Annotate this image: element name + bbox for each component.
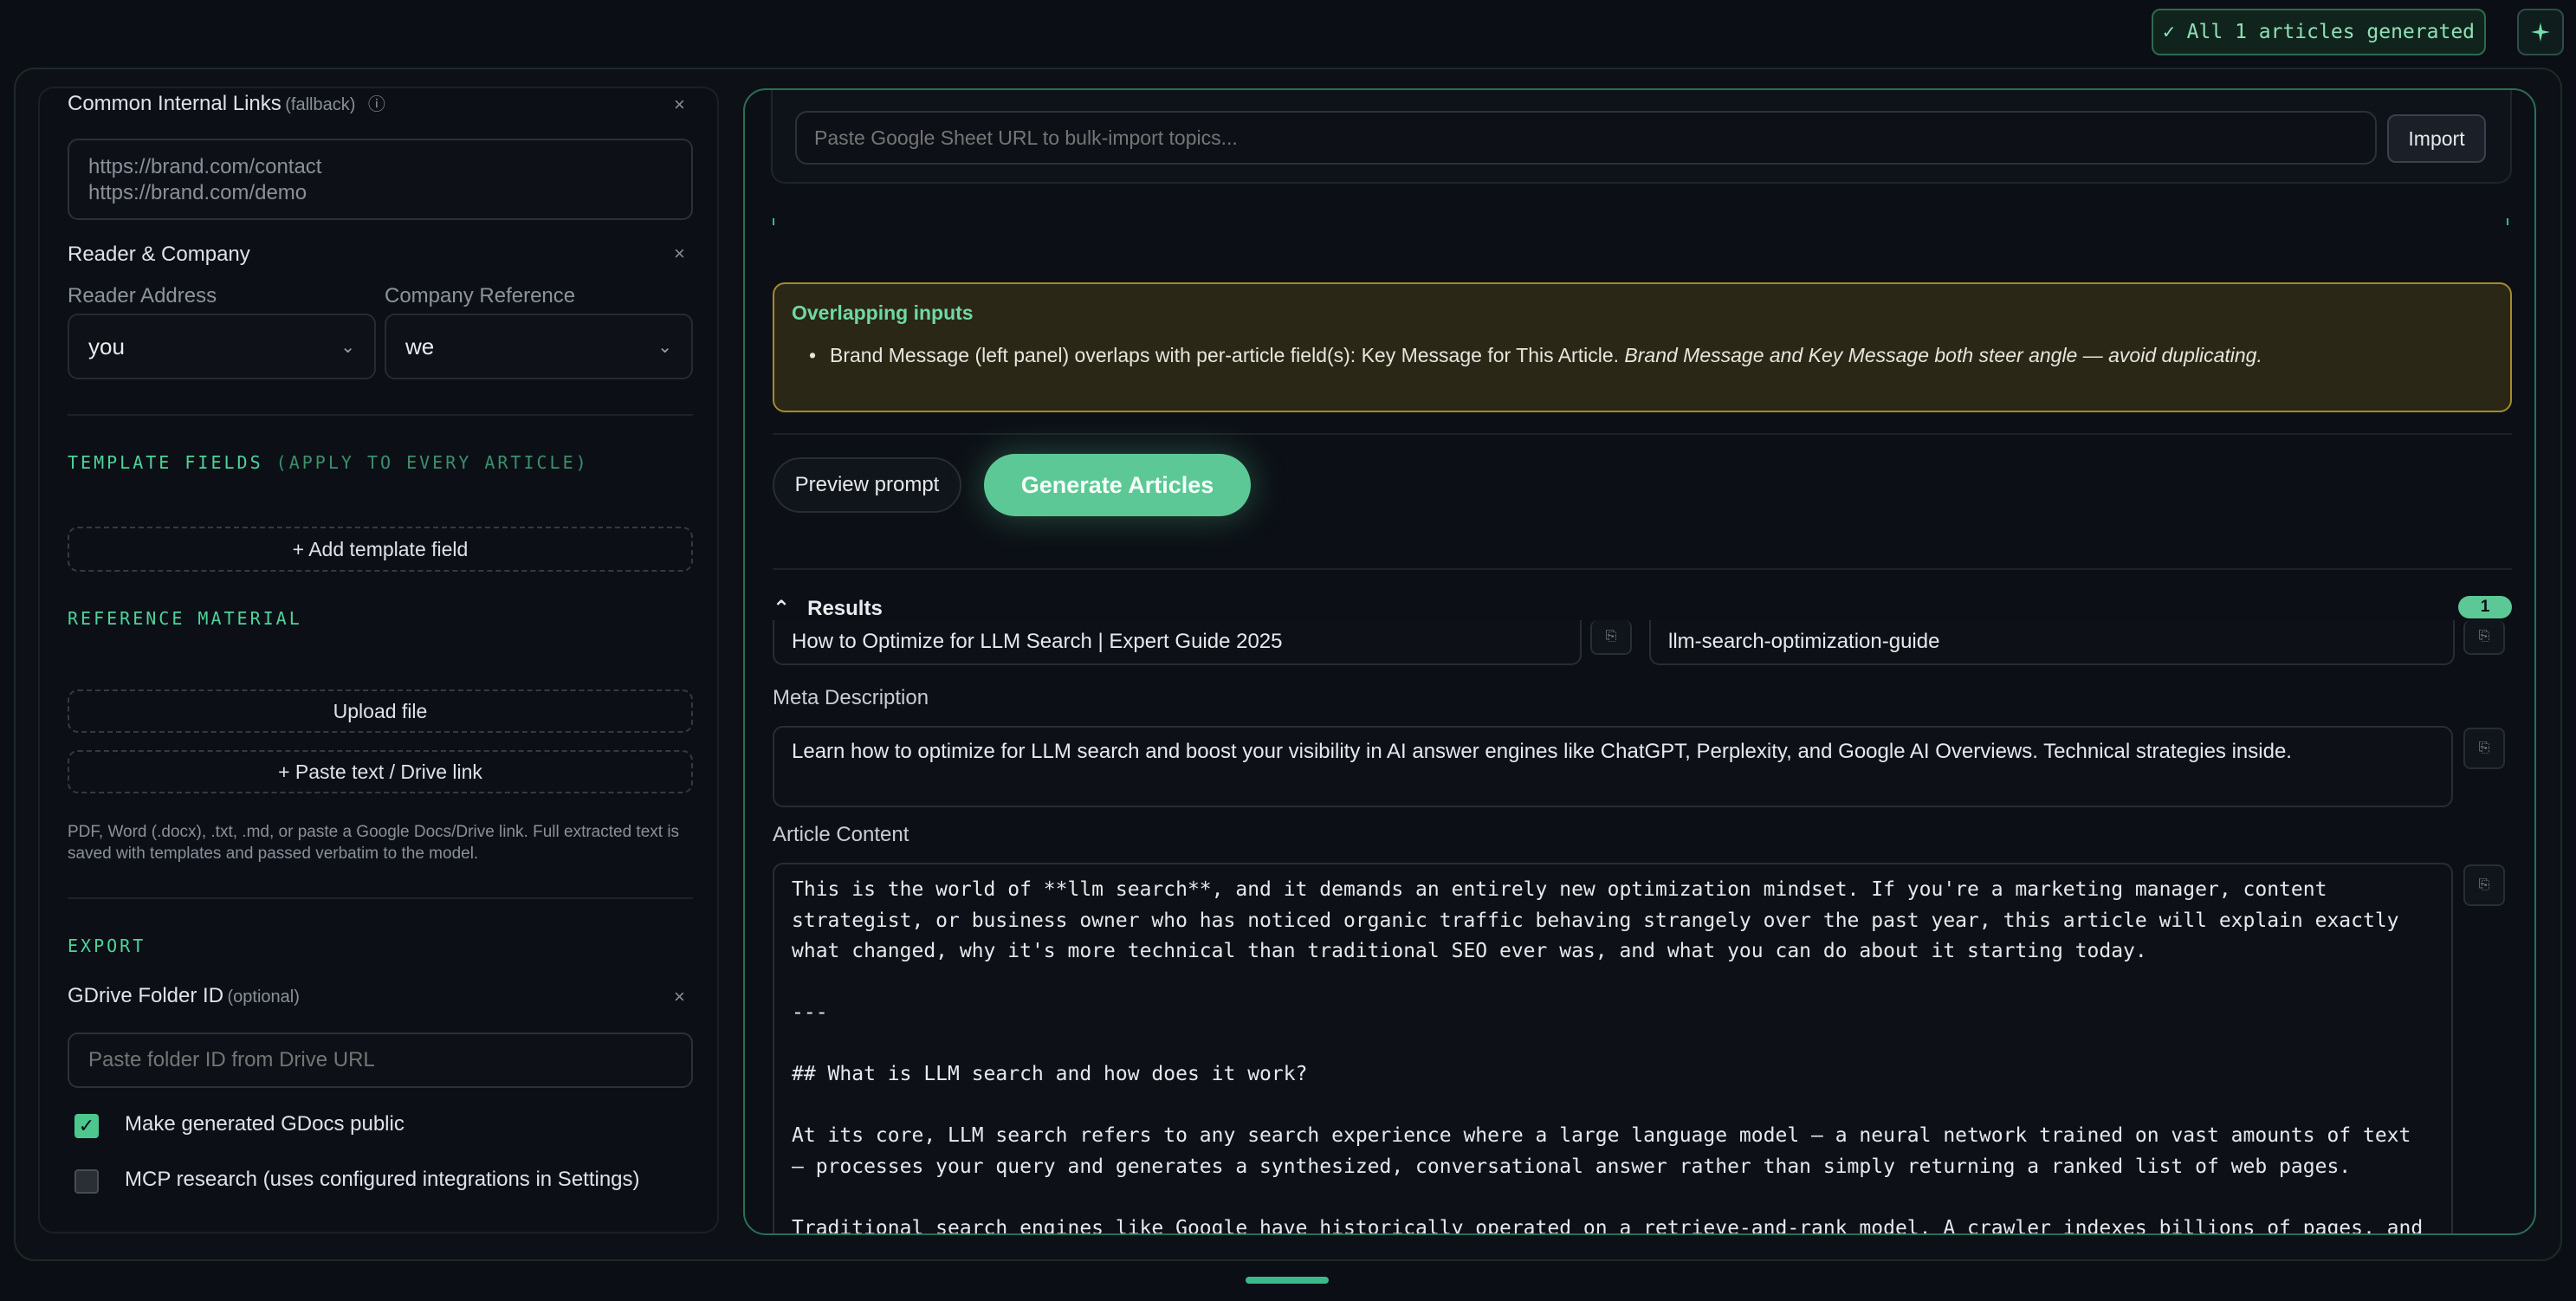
upload-file-button[interactable]: Upload file (68, 689, 693, 733)
slug-field[interactable]: llm-search-optimization-guide (1649, 620, 2455, 665)
divider (68, 414, 693, 416)
paste-text-button[interactable]: + Paste text / Drive link (68, 750, 693, 793)
copy-icon[interactable]: ⎘ (2463, 728, 2505, 769)
preview-prompt-button[interactable]: Preview prompt (773, 457, 961, 513)
article-content-label: Article Content (773, 823, 909, 846)
template-fields-title: TEMPLATE FIELDS (APPLY TO EVERY ARTICLE) (68, 452, 589, 473)
reader-address-label: Reader Address (68, 284, 217, 307)
progress-tick (2507, 218, 2508, 225)
results-toggle[interactable]: ⌃ Results (773, 596, 883, 621)
reader-company-label: Reader & Company (68, 243, 250, 266)
internal-links-heading: Common Internal Links (fallback) ⓘ (68, 90, 385, 116)
import-button[interactable]: Import (2387, 114, 2486, 163)
sparkle-icon (2531, 23, 2550, 42)
divider (773, 433, 2512, 435)
article-content-field[interactable]: This is the world of **llm search**, and… (773, 863, 2453, 1233)
internal-links-textarea[interactable]: https://brand.com/contact https://brand.… (68, 139, 693, 220)
internal-links-placeholder-2: https://brand.com/demo (88, 181, 307, 204)
generate-articles-button[interactable]: Generate Articles (984, 454, 1251, 516)
warning-item: Brand Message (left panel) overlaps with… (809, 344, 2493, 367)
company-reference-label: Company Reference (385, 284, 576, 307)
make-public-label: Make generated GDocs public (125, 1112, 405, 1136)
internal-links-label: Common Internal Links (68, 92, 282, 115)
clear-internal-links-button[interactable]: × (674, 94, 685, 116)
drag-handle[interactable] (1246, 1277, 1329, 1284)
gdrive-folder-input[interactable] (68, 1032, 693, 1088)
sheet-url-input[interactable] (795, 111, 2377, 165)
reference-material-title: REFERENCE MATERIAL (68, 608, 302, 629)
clear-reader-company-button[interactable]: × (674, 243, 685, 265)
add-template-field-button[interactable]: + Add template field (68, 527, 693, 572)
meta-description-label: Meta Description (773, 686, 929, 709)
settings-panel[interactable]: Common Internal Links (fallback) ⓘ × htt… (38, 87, 719, 1233)
chevron-down-icon: ⌄ (657, 337, 672, 357)
company-reference-select[interactable]: we ⌄ (385, 314, 693, 379)
gdrive-folder-label: GDrive Folder ID (68, 984, 224, 1007)
overlap-warning: Overlapping inputs Brand Message (left p… (773, 282, 2512, 412)
results-label: Results (807, 596, 883, 620)
divider (68, 897, 693, 899)
chevron-down-icon: ⌄ (340, 337, 355, 357)
export-title: EXPORT (68, 935, 146, 956)
gdrive-folder-heading: GDrive Folder ID (optional) (68, 984, 300, 1008)
results-count-badge: 1 (2458, 596, 2512, 618)
gdrive-folder-sub: (optional) (227, 987, 300, 1006)
chevron-up-icon: ⌃ (773, 597, 791, 620)
warning-item-text: Brand Message (left panel) overlaps with… (830, 344, 1620, 366)
clear-gdrive-folder-button[interactable]: × (674, 986, 685, 1008)
meta-description-field[interactable]: Learn how to optimize for LLM search and… (773, 726, 2453, 807)
mcp-research-checkbox[interactable] (74, 1169, 99, 1194)
copy-icon[interactable]: ⎘ (1590, 620, 1632, 655)
reader-address-value: you (88, 333, 125, 359)
template-fields-title-sub: (APPLY TO EVERY ARTICLE) (275, 452, 589, 473)
info-icon[interactable]: ⓘ (368, 95, 385, 114)
make-public-checkbox[interactable]: ✓ (74, 1114, 99, 1138)
copy-icon[interactable]: ⎘ (2463, 864, 2505, 906)
progress-tick (773, 218, 774, 225)
warning-title: Overlapping inputs (792, 301, 974, 324)
internal-links-sub: (fallback) (285, 95, 356, 114)
mcp-research-label: MCP research (uses configured integratio… (125, 1168, 640, 1191)
assistant-button[interactable] (2517, 9, 2564, 55)
internal-links-placeholder-1: https://brand.com/contact (88, 155, 322, 178)
template-fields-title-main: TEMPLATE FIELDS (68, 452, 263, 473)
seo-title-field[interactable]: How to Optimize for LLM Search | Expert … (773, 620, 1582, 665)
company-reference-value: we (405, 333, 435, 359)
generation-status-badge: ✓ All 1 articles generated (2152, 9, 2486, 55)
reference-help-text: PDF, Word (.docx), .txt, .md, or paste a… (68, 823, 680, 863)
generator-panel[interactable]: Import Overlapping inputs Brand Message … (743, 88, 2536, 1235)
warning-item-emphasis: Brand Message and Key Message both steer… (1624, 344, 2262, 366)
divider (773, 568, 2512, 570)
reader-address-select[interactable]: you ⌄ (68, 314, 376, 379)
copy-icon[interactable]: ⎘ (2463, 620, 2505, 655)
